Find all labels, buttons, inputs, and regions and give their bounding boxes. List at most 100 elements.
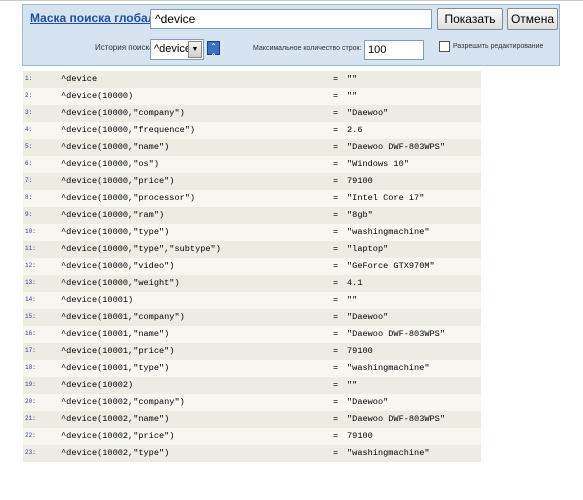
equals-sign: =: [333, 261, 339, 271]
table-row[interactable]: 14: ^device(10001) = "": [23, 292, 481, 309]
global-node-value: "Daewoo": [347, 312, 389, 322]
table-row[interactable]: 20: ^device(10002,"company") = "Daewoo": [23, 394, 481, 411]
row-number: 13:: [25, 279, 36, 286]
row-number: 15:: [25, 313, 36, 320]
global-node-key[interactable]: ^device(10000): [61, 91, 133, 101]
table-row[interactable]: 13: ^device(10000,"weight") = 4.1: [23, 275, 481, 292]
global-node-value: "8gb": [347, 210, 373, 220]
table-row[interactable]: 6: ^device(10000,"os") = "Windows 10": [23, 156, 481, 173]
table-row[interactable]: 7: ^device(10000,"price") = 79100: [23, 173, 481, 190]
allow-edit-checkbox[interactable]: [439, 41, 450, 52]
row-number: 9:: [25, 211, 33, 218]
equals-sign: =: [333, 176, 339, 186]
equals-sign: =: [333, 142, 339, 152]
table-row[interactable]: 23: ^device(10002,"type") = "washingmachine…: [23, 445, 481, 462]
table-row[interactable]: 19: ^device(10002) = "": [23, 377, 481, 394]
table-row[interactable]: 3: ^device(10000,"company") = "Daewoo": [23, 105, 481, 122]
equals-sign: =: [333, 227, 339, 237]
global-node-key[interactable]: ^device(10002,"name"): [61, 414, 169, 424]
global-node-key[interactable]: ^device(10000,"video"): [61, 261, 174, 271]
table-row[interactable]: 16: ^device(10001,"name") = "Daewoo DWF-803…: [23, 326, 481, 343]
global-node-key[interactable]: ^device(10000,"name"): [61, 142, 169, 152]
global-node-value: 4.1: [347, 278, 363, 288]
row-number: 19:: [25, 381, 36, 388]
history-label: История поиска:: [95, 43, 156, 52]
global-node-key[interactable]: ^device(10001,"price"): [61, 346, 174, 356]
history-select[interactable]: ^device ▼: [150, 39, 204, 60]
expand-history-icon[interactable]: ⌃ ⌃: [207, 41, 220, 61]
global-node-key[interactable]: ^device(10002,"type"): [61, 448, 169, 458]
equals-sign: =: [333, 346, 339, 356]
global-node-key[interactable]: ^device(10001,"type"): [61, 363, 169, 373]
global-node-key[interactable]: ^device(10002): [61, 380, 133, 390]
equals-sign: =: [333, 295, 339, 305]
global-node-key[interactable]: ^device(10000,"type"): [61, 227, 169, 237]
global-node-value: "washingmachine": [347, 227, 430, 237]
row-number: 11:: [25, 245, 36, 252]
table-row[interactable]: 18: ^device(10001,"type") = "washingmachine…: [23, 360, 481, 377]
global-node-key[interactable]: ^device(10000,"frequence"): [61, 125, 195, 135]
mask-input[interactable]: [150, 9, 432, 29]
max-rows-label: Максимальное количество строк:: [253, 45, 362, 52]
top-border: [0, 0, 583, 1]
row-number: 3:: [25, 109, 33, 116]
global-node-key[interactable]: ^device(10000,"price"): [61, 176, 174, 186]
global-node-value: "washingmachine": [347, 448, 430, 458]
global-node-key[interactable]: ^device(10000,"os"): [61, 159, 159, 169]
global-node-value: "": [347, 380, 358, 390]
table-row[interactable]: 9: ^device(10000,"ram") = "8gb": [23, 207, 481, 224]
equals-sign: =: [333, 380, 339, 390]
global-node-key[interactable]: ^device(10000,"company"): [61, 108, 185, 118]
global-node-key[interactable]: ^device(10002,"price"): [61, 431, 174, 441]
global-node-value: "": [347, 91, 358, 101]
table-row[interactable]: 11: ^device(10000,"type","subtype") = "lapt…: [23, 241, 481, 258]
row-number: 12:: [25, 262, 36, 269]
table-row[interactable]: 2: ^device(10000) = "": [23, 88, 481, 105]
equals-sign: =: [333, 448, 339, 458]
global-node-value: "Intel Core i7": [347, 193, 425, 203]
row-number: 7:: [25, 177, 33, 184]
show-button[interactable]: Показать: [437, 8, 503, 30]
equals-sign: =: [333, 312, 339, 322]
table-row[interactable]: 21: ^device(10002,"name") = "Daewoo DWF-803…: [23, 411, 481, 428]
global-node-value: "Daewoo": [347, 397, 389, 407]
table-row[interactable]: 17: ^device(10001,"price") = 79100: [23, 343, 481, 360]
global-node-key[interactable]: ^device(10000,"processor"): [61, 193, 195, 203]
equals-sign: =: [333, 108, 339, 118]
global-node-key[interactable]: ^device(10001,"company"): [61, 312, 185, 322]
global-node-key[interactable]: ^device: [61, 74, 97, 84]
history-selected-value: ^device: [154, 43, 191, 55]
table-row[interactable]: 12: ^device(10000,"video") = "GeForce GTX97…: [23, 258, 481, 275]
cancel-button[interactable]: Отмена: [507, 8, 558, 30]
row-number: 23:: [25, 449, 36, 456]
row-number: 10:: [25, 228, 36, 235]
table-row[interactable]: 22: ^device(10002,"price") = 79100: [23, 428, 481, 445]
global-node-key[interactable]: ^device(10000,"weight"): [61, 278, 180, 288]
row-number: 2:: [25, 92, 33, 99]
table-row[interactable]: 10: ^device(10000,"type") = "washingmachine…: [23, 224, 481, 241]
global-node-key[interactable]: ^device(10000,"type","subtype"): [61, 244, 221, 254]
global-node-value: "Windows 10": [347, 159, 409, 169]
row-number: 18:: [25, 364, 36, 371]
equals-sign: =: [333, 74, 339, 84]
global-node-key[interactable]: ^device(10001): [61, 295, 133, 305]
row-number: 14:: [25, 296, 36, 303]
table-row[interactable]: 15: ^device(10001,"company") = "Daewoo": [23, 309, 481, 326]
global-node-value: 79100: [347, 346, 373, 356]
global-node-key[interactable]: ^device(10002,"company"): [61, 397, 185, 407]
allow-edit-label: Разрешить редактирование: [453, 43, 544, 50]
table-row[interactable]: 8: ^device(10000,"processor") = "Intel Core…: [23, 190, 481, 207]
chevron-down-icon[interactable]: ▼: [188, 41, 202, 58]
table-row[interactable]: 1: ^device = "": [23, 71, 481, 88]
global-node-key[interactable]: ^device(10000,"ram"): [61, 210, 164, 220]
row-number: 5:: [25, 143, 33, 150]
equals-sign: =: [333, 193, 339, 203]
equals-sign: =: [333, 329, 339, 339]
table-row[interactable]: 4: ^device(10000,"frequence") = 2.6: [23, 122, 481, 139]
table-row[interactable]: 5: ^device(10000,"name") = "Daewoo DWF-803W…: [23, 139, 481, 156]
global-node-value: "Daewoo": [347, 108, 389, 118]
equals-sign: =: [333, 91, 339, 101]
results-table: 1: ^device = "" 2: ^device(10000) = "" 3: ^device…: [23, 71, 481, 462]
max-rows-input[interactable]: [364, 40, 424, 60]
global-node-key[interactable]: ^device(10001,"name"): [61, 329, 169, 339]
